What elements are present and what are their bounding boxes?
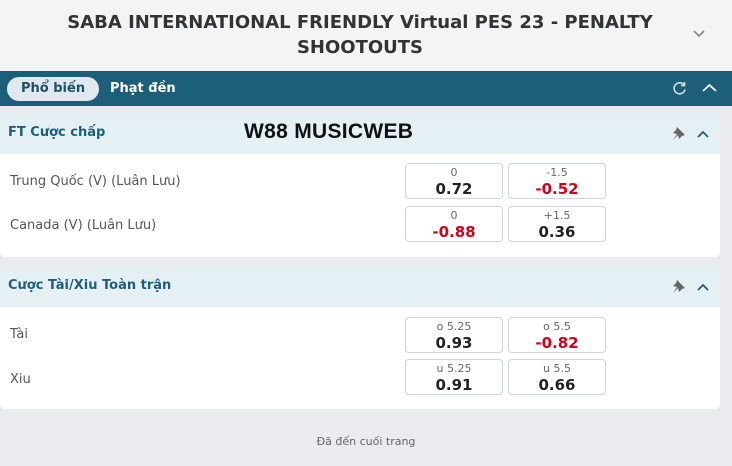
odds-price: -0.82 (535, 334, 579, 352)
selection-name: Tài (10, 327, 29, 342)
odds-button[interactable]: u 5.25 0.91 (405, 359, 503, 395)
market-header[interactable]: Cược Tài/Xiu Toàn trận (0, 266, 720, 307)
odds-button[interactable]: o 5.25 0.93 (405, 317, 503, 353)
watermark-text: W88 MUSICWEB (244, 120, 414, 143)
odds-button[interactable]: -1.5 -0.52 (508, 163, 606, 199)
team-name: Trung Quốc (V) (Luân Lưu) (10, 174, 181, 189)
odds-button[interactable]: 0 0.72 (405, 163, 503, 199)
total-line: u 5.25 (436, 362, 472, 375)
market-card-over-under: Cược Tài/Xiu Toàn trận Tài o 5.25 0.93 o… (0, 266, 720, 409)
page-header: SABA INTERNATIONAL FRIENDLY Virtual PES … (0, 0, 732, 71)
tab-bar: Phổ biến Phạt đền (0, 71, 732, 106)
odds-button[interactable]: 0 -0.88 (405, 206, 503, 242)
selection-name: Xiu (10, 372, 31, 387)
chevron-down-icon[interactable] (692, 26, 706, 40)
chevron-up-icon[interactable] (696, 127, 710, 141)
handicap-line: 0 (450, 166, 458, 179)
market-title: FT Cược chấp (8, 125, 106, 140)
chevron-up-icon[interactable] (696, 280, 710, 294)
total-line: o 5.5 (543, 320, 571, 333)
odds-price: 0.91 (435, 376, 473, 394)
handicap-line: 0 (450, 209, 458, 222)
pin-icon[interactable] (671, 279, 686, 294)
total-line: o 5.25 (436, 320, 472, 333)
odds-price: -0.52 (535, 180, 579, 198)
pin-icon[interactable] (671, 126, 686, 141)
team-name: Canada (V) (Luân Lưu) (10, 218, 157, 233)
odds-button[interactable]: +1.5 0.36 (508, 206, 606, 242)
total-line: u 5.5 (543, 362, 571, 375)
odds-price: 0.66 (538, 376, 576, 394)
odds-price: 0.72 (435, 180, 473, 198)
odds-button[interactable]: o 5.5 -0.82 (508, 317, 606, 353)
tab-phat-den[interactable]: Phạt đền (96, 77, 190, 101)
odds-button[interactable]: u 5.5 0.66 (508, 359, 606, 395)
handicap-line: +1.5 (543, 209, 571, 222)
end-of-page-text: Đã đến cuối trang (316, 435, 416, 448)
chevron-up-icon[interactable] (701, 80, 718, 97)
odds-price: 0.36 (538, 223, 576, 241)
handicap-line: -1.5 (546, 166, 568, 179)
odds-price: -0.88 (432, 223, 476, 241)
tab-pho-bien[interactable]: Phổ biến (7, 77, 100, 101)
market-title: Cược Tài/Xiu Toàn trận (8, 278, 172, 293)
odds-price: 0.93 (435, 334, 473, 352)
refresh-icon[interactable] (671, 80, 688, 97)
page-title: SABA INTERNATIONAL FRIENDLY Virtual PES … (67, 12, 653, 58)
